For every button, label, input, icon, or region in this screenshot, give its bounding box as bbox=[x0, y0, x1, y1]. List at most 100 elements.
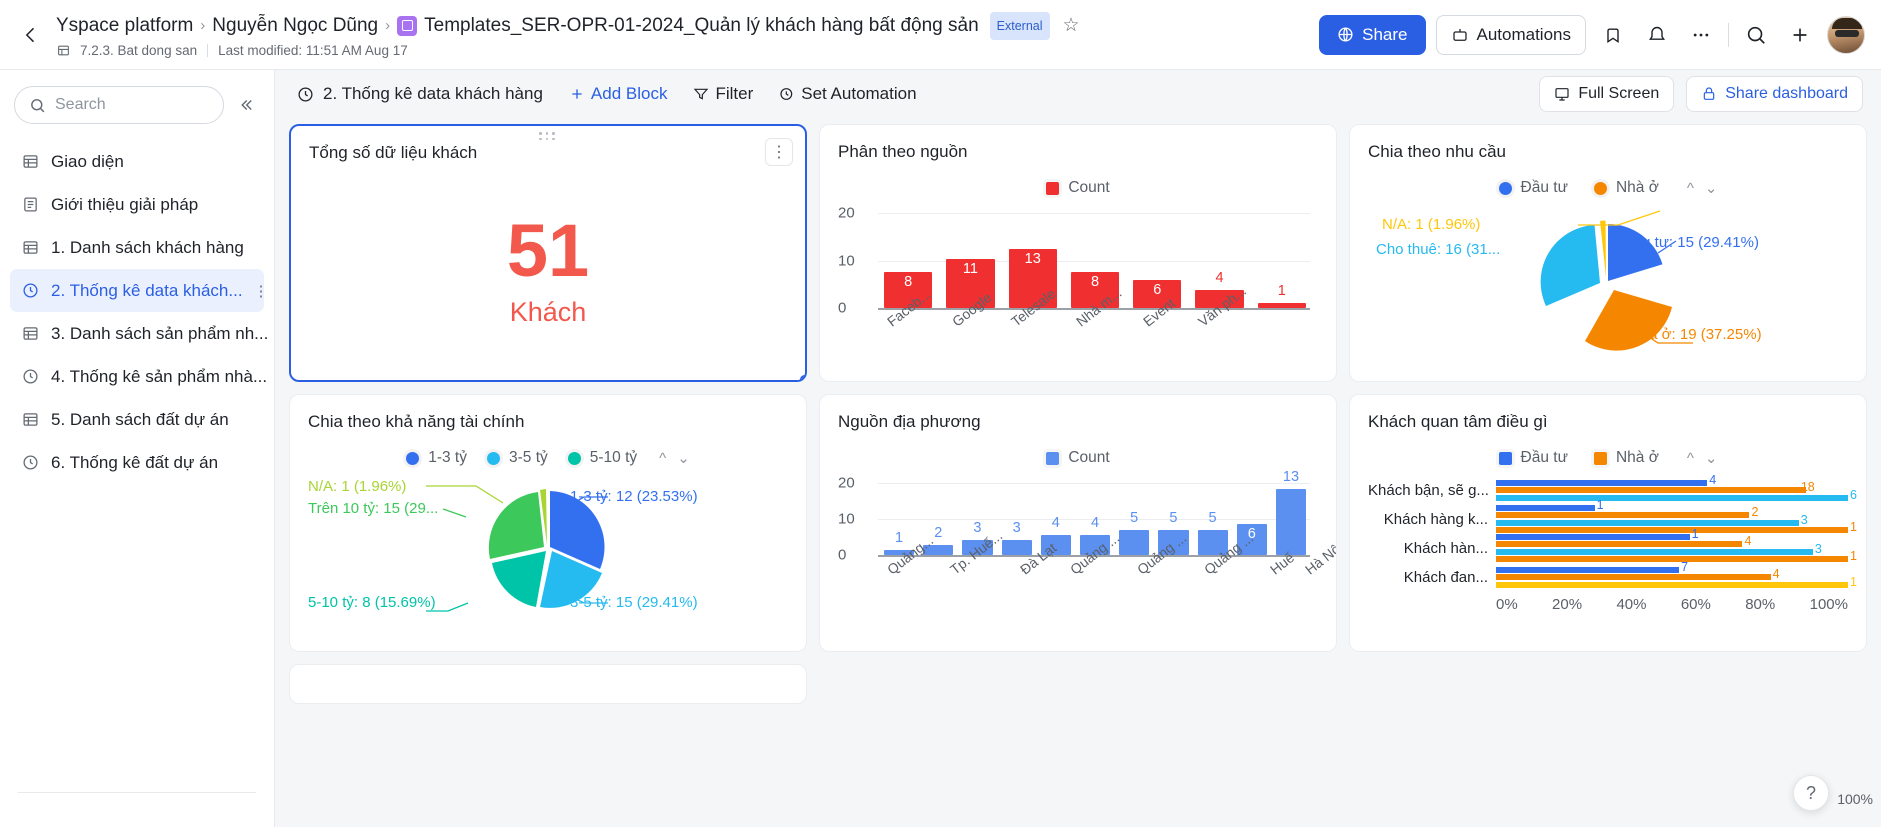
hbar-row[interactable]: Khách bận, sẽ g... 4 18 6 bbox=[1368, 473, 1857, 503]
search-input[interactable]: Search bbox=[14, 86, 224, 124]
hbar-label: Khách đan... bbox=[1403, 568, 1488, 586]
card-chia-theo-kha-nang-tai-chinh[interactable]: Chia theo khả năng tài chính 1-3 tỷ 3-5 … bbox=[289, 394, 807, 652]
legend-label: 5-10 tỷ bbox=[589, 449, 638, 466]
hbar-seg: 7 bbox=[1496, 560, 1688, 574]
chevron-up-icon[interactable]: ^ bbox=[659, 450, 666, 467]
plus-icon[interactable] bbox=[1783, 18, 1817, 52]
card-title: Phân theo nguồn bbox=[838, 142, 968, 161]
sidebar-item-thong-ke-dat-du-an[interactable]: 6. Thống kê đất dự án bbox=[10, 441, 264, 484]
search-icon[interactable] bbox=[1739, 18, 1773, 52]
x-tick: 0% bbox=[1496, 596, 1518, 613]
legend-item-3-5-ty[interactable]: 3-5 tỷ bbox=[486, 449, 548, 467]
legend-item-dau-tu[interactable]: Đầu tư bbox=[1498, 179, 1568, 197]
automation-clock-icon bbox=[779, 86, 795, 102]
chevron-down-icon[interactable]: ⌄ bbox=[1705, 179, 1718, 197]
card-next-row-partial[interactable] bbox=[289, 664, 807, 704]
legend-item-count[interactable]: Count bbox=[1046, 449, 1110, 467]
breadcrumb-workspace[interactable]: Yspace platform bbox=[56, 14, 193, 38]
legend-label: Nhà ở bbox=[1615, 179, 1659, 196]
bar-column[interactable]: 3 bbox=[1001, 483, 1032, 555]
divider-2 bbox=[1728, 22, 1729, 47]
hbar-seg: 6 bbox=[1496, 488, 1857, 502]
card-menu-button[interactable]: ⋮ bbox=[765, 138, 793, 166]
help-circle-icon[interactable]: ? bbox=[1793, 775, 1829, 811]
star-outline-icon[interactable]: ☆ bbox=[1063, 14, 1080, 38]
x-tick: 100% bbox=[1809, 596, 1848, 613]
hbar-stack: 1 4 3 1 bbox=[1496, 527, 1857, 563]
legend-pager[interactable]: ^ ⌄ bbox=[1687, 179, 1718, 198]
hbar-stack: 4 18 6 bbox=[1496, 473, 1857, 502]
sidebar-item-label: 2. Thống kê data khách... bbox=[51, 280, 243, 300]
sidebar-item-gioi-thieu-giai-phap[interactable]: Giới thiệu giải pháp bbox=[10, 183, 264, 226]
sheet-icon bbox=[56, 43, 70, 57]
legend-item-nha-o[interactable]: Nhà ở bbox=[1593, 449, 1659, 467]
add-block-button[interactable]: Add Block bbox=[569, 84, 667, 104]
legend-pager[interactable]: ^ ⌄ bbox=[659, 449, 690, 468]
avatar[interactable] bbox=[1827, 15, 1865, 54]
hbar-row[interactable]: Khách đan... 7 4 1 bbox=[1368, 560, 1857, 590]
sidebar-item-label: 5. Danh sách đất dự án bbox=[51, 409, 229, 429]
legend-item-dau-tu[interactable]: Đầu tư bbox=[1498, 449, 1568, 467]
hbar-row[interactable]: Khách hàng k... 1 2 3 1 bbox=[1368, 498, 1857, 535]
card-title: Chia theo khả năng tài chính bbox=[308, 412, 525, 431]
top-bar: Yspace platform › Nguyễn Ngọc Dũng › Tem… bbox=[0, 0, 1881, 70]
hbar-value: 3 bbox=[1800, 512, 1808, 527]
card-tong-so-du-lieu-khach[interactable]: Tổng số dữ liệu khách ⋮ 51 Khách bbox=[289, 124, 807, 382]
sidebar-item-danh-sach-dat-du-an[interactable]: 5. Danh sách đất dự án bbox=[10, 398, 264, 441]
hbar-row[interactable]: Khách hàn... 1 4 3 1 bbox=[1368, 527, 1857, 564]
card-chia-theo-nhu-cau[interactable]: Chia theo nhu cầu Đầu tư Nhà ở ^ ⌄ N/A: … bbox=[1349, 124, 1867, 382]
table-icon bbox=[20, 153, 40, 170]
bar: 3 bbox=[1001, 520, 1032, 555]
share-export-icon[interactable] bbox=[1596, 18, 1630, 52]
more-horizontal-icon[interactable] bbox=[1684, 18, 1718, 52]
chevron-down-icon[interactable]: ⌄ bbox=[677, 449, 690, 467]
card-nguon-dia-phuong[interactable]: Nguồn địa phương Count 20 10 0 1 2 3 3 4… bbox=[819, 394, 1337, 652]
hbar-label: Khách bận, sẽ g... bbox=[1368, 481, 1488, 499]
hbar-seg: 4 bbox=[1496, 534, 1751, 548]
sidebar-item-thong-ke-data-khach[interactable]: 2. Thống kê data khách... ⋮ bbox=[10, 269, 269, 312]
sub-document-name[interactable]: 7.2.3. Bat dong san bbox=[80, 43, 197, 58]
share-button[interactable]: Share bbox=[1319, 14, 1426, 55]
sidebar-item-thong-ke-san-pham[interactable]: 4. Thống kê sản phẩm nhà... bbox=[10, 355, 267, 398]
sidebar-item-danh-sach-khach-hang[interactable]: 1. Danh sách khách hàng bbox=[10, 226, 264, 269]
bar-column[interactable]: 13 bbox=[1275, 469, 1307, 555]
breadcrumb-separator: › bbox=[200, 16, 206, 34]
set-automation-button[interactable]: Set Automation bbox=[779, 84, 917, 104]
legend-item-nha-o[interactable]: Nhà ở bbox=[1593, 179, 1659, 197]
legend-pager[interactable]: ^ ⌄ bbox=[1687, 449, 1718, 468]
legend-item-count[interactable]: Count bbox=[1046, 179, 1110, 197]
share-dashboard-button[interactable]: Share dashboard bbox=[1686, 76, 1863, 112]
share-dashboard-label: Share dashboard bbox=[1725, 85, 1848, 102]
bell-icon[interactable] bbox=[1640, 18, 1674, 52]
hbar-stack: 7 4 1 bbox=[1496, 560, 1857, 589]
full-screen-button[interactable]: Full Screen bbox=[1539, 76, 1675, 112]
card-phan-theo-nguon[interactable]: Phân theo nguồn Count 20 10 0 8 11 13 8 … bbox=[819, 124, 1337, 382]
legend-label: 1-3 tỷ bbox=[428, 449, 467, 466]
sidebar-item-more-icon[interactable]: ⋮ bbox=[254, 282, 270, 300]
hbar-seg: 4 bbox=[1496, 473, 1716, 487]
lock-icon bbox=[1701, 86, 1717, 102]
automations-button[interactable]: Automations bbox=[1435, 14, 1586, 55]
back-button[interactable] bbox=[14, 18, 48, 52]
drag-handle-icon[interactable] bbox=[539, 132, 557, 141]
x-tick: 60% bbox=[1680, 596, 1711, 613]
sidebar-item-giao-dien[interactable]: Giao diện bbox=[10, 140, 264, 183]
dashboard-toolbar-actions: Full Screen Share dashboard bbox=[1539, 76, 1863, 112]
chevron-up-icon[interactable]: ^ bbox=[1687, 180, 1694, 197]
legend-item-1-3-ty[interactable]: 1-3 tỷ bbox=[406, 449, 467, 467]
breadcrumb-user[interactable]: Nguyễn Ngọc Dũng bbox=[212, 14, 378, 38]
legend-item-5-10-ty[interactable]: 5-10 tỷ bbox=[567, 449, 638, 467]
collapse-sidebar-button[interactable] bbox=[232, 91, 260, 119]
filter-button[interactable]: Filter bbox=[693, 84, 753, 104]
chevron-up-icon[interactable]: ^ bbox=[1687, 450, 1694, 467]
card-khach-quan-tam-dieu-gi[interactable]: Khách quan tâm điều gì Đầu tư Nhà ở ^ ⌄ bbox=[1349, 394, 1867, 652]
hbar-line: 7 bbox=[1496, 560, 1848, 574]
chevron-down-icon[interactable]: ⌄ bbox=[1705, 449, 1718, 467]
hbar-seg: 1 bbox=[1496, 527, 1699, 541]
bar-column[interactable]: 5 bbox=[1119, 483, 1150, 555]
bar-column[interactable]: 5 bbox=[1197, 483, 1228, 555]
resize-handle[interactable] bbox=[798, 373, 805, 380]
hbar-seg: 1 bbox=[1496, 549, 1857, 563]
sidebar-item-danh-sach-san-pham[interactable]: 3. Danh sách sản phẩm nh... bbox=[10, 312, 268, 355]
hbar-line: 6 bbox=[1496, 488, 1857, 502]
